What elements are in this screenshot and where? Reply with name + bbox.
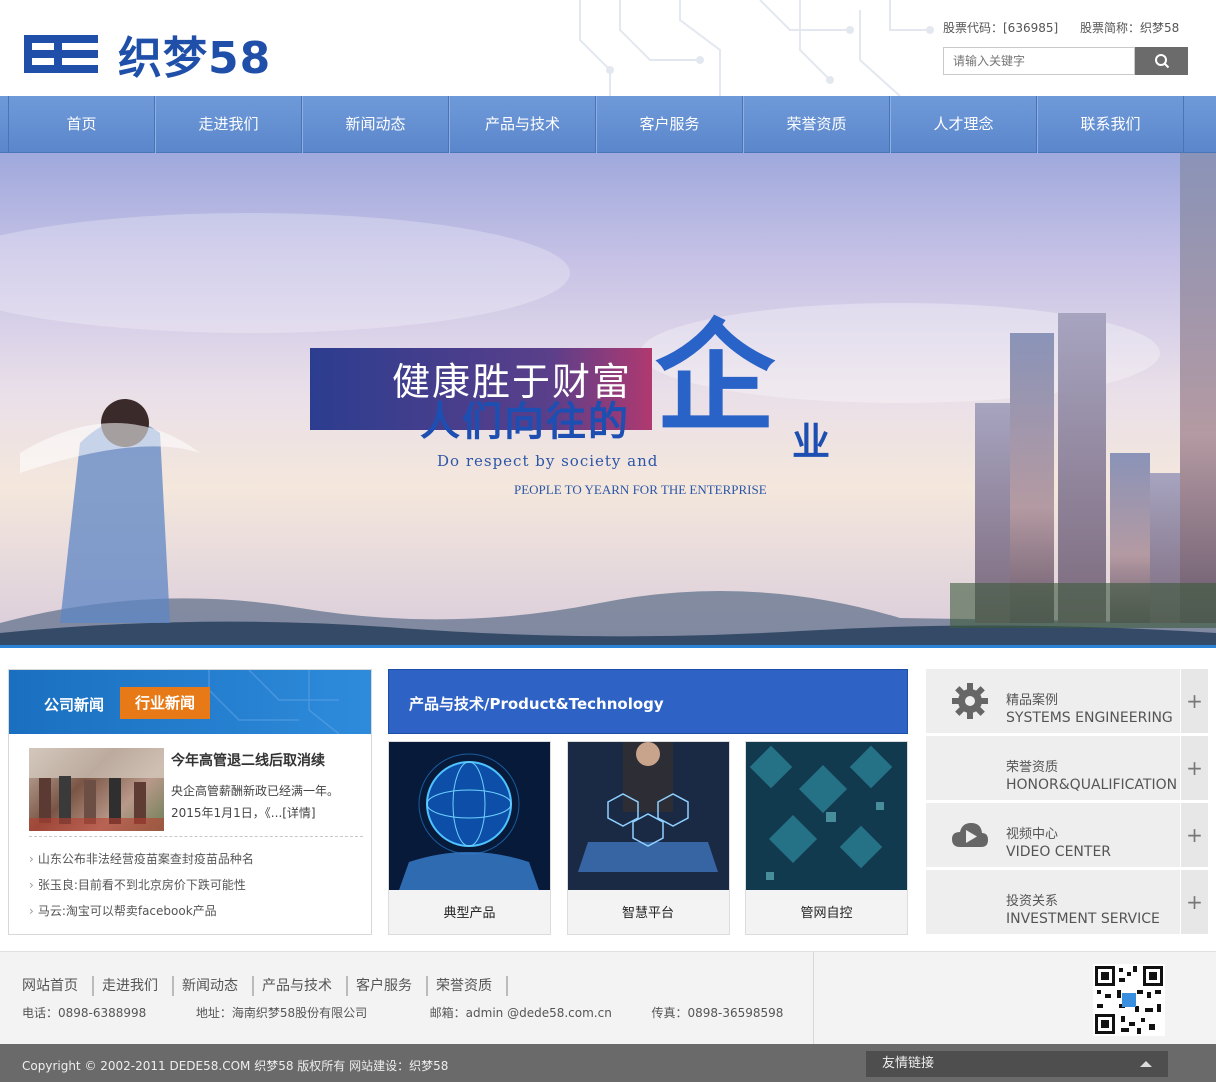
list-item[interactable]: › 张玉良:目前看不到北京房价下跌可能性: [29, 872, 254, 898]
product-label[interactable]: 管网自控: [746, 890, 907, 934]
product-label[interactable]: 典型产品: [389, 890, 550, 934]
product-card[interactable]: 管网自控: [745, 741, 908, 935]
products-heading: 产品与技术/Product&Technology: [388, 669, 908, 734]
chevron-right-icon: ›: [29, 878, 34, 892]
side-item-cn: 荣誉资质: [1006, 760, 1059, 775]
news-list: › 山东公布非法经营疫苗案查封疫苗品种名 › 张玉良:目前看不到北京房价下跌可能性 …: [29, 846, 254, 924]
news-panel: 公司新闻 行业新闻 今年高管退二线后取消续 央企高管薪酬新政已经满一年。2015…: [8, 669, 372, 935]
list-item[interactable]: › 山东公布非法经营疫苗案查封疫苗品种名: [29, 846, 254, 872]
friend-links-label: 友情链接: [882, 1056, 935, 1071]
hero-banner: 健康胜于财富 人们向往的 企 业 Do respect by society a…: [0, 153, 1216, 648]
stock-code: 股票代码：[636985]: [943, 21, 1059, 35]
site-footer: 网站首页 走进我们 新闻动态 产品与技术 客户服务 荣誉资质 电话：0898-6…: [0, 951, 1216, 1045]
side-item-en: SYSTEMS ENGINEERING: [1006, 710, 1173, 726]
banner-line2: 人们向往的: [420, 399, 630, 445]
gear-icon: [950, 683, 990, 719]
main-nav: 首页 走进我们 新闻动态 产品与技术 客户服务 荣誉资质 人才理念 联系我们: [0, 96, 1216, 153]
copyright-text: Copyright © 2002-2011 DEDE58.COM 织梦58 版权…: [22, 1059, 449, 1073]
footer-link-home[interactable]: 网站首页: [14, 976, 94, 996]
stock-name: 股票简称：织梦58: [1080, 21, 1180, 35]
logo-text: 织梦58: [118, 33, 272, 84]
news-thumbnail[interactable]: [29, 748, 164, 831]
search-icon: [1154, 54, 1169, 69]
stock-info: 股票代码：[636985] 股票简称：织梦58: [943, 19, 1197, 36]
product-label[interactable]: 智慧平台: [568, 890, 729, 934]
site-header: 织梦58 股票代码：[636985] 股票简称：织梦58: [0, 0, 1216, 96]
footer-contact: 电话：0898-6388998 地址：海南织梦58股份有限公司 邮箱：admin…: [22, 1004, 783, 1021]
side-item-investment[interactable]: 投资关系 INVESTMENT SERVICE +: [926, 870, 1208, 934]
product-card[interactable]: 智慧平台: [566, 741, 730, 935]
product-card[interactable]: 典型产品: [388, 741, 551, 935]
news-feature-summary: 央企高管薪酬新政已经满一年。2015年1月1日，《...[详情]: [171, 784, 340, 820]
chevron-right-icon: ›: [29, 852, 34, 866]
banner-en-line2: PEOPLE TO YEARN FOR THE ENTERPRISE: [514, 482, 767, 497]
news-tabs: 公司新闻 行业新闻: [9, 670, 371, 734]
plus-icon[interactable]: +: [1180, 870, 1208, 934]
quick-links-panel: 精品案例 SYSTEMS ENGINEERING + 荣誉资质 HONOR&QU…: [926, 669, 1208, 935]
list-item[interactable]: › 马云:淘宝可以帮卖facebook产品: [29, 898, 254, 924]
circuit-decoration: [579, 0, 934, 96]
nav-item-home[interactable]: 首页: [8, 96, 155, 153]
footer-links: 网站首页 走进我们 新闻动态 产品与技术 客户服务 荣誉资质: [14, 976, 508, 996]
products-panel: 产品与技术/Product&Technology 典型产品 智慧平台 管网自控: [388, 669, 908, 935]
footer-link-news[interactable]: 新闻动态: [174, 976, 254, 996]
side-item-honor[interactable]: 荣誉资质 HONOR&QUALIFICATION +: [926, 736, 1208, 800]
site-logo[interactable]: 织梦58: [24, 22, 271, 86]
chevron-up-icon: [1140, 1061, 1152, 1067]
nav-item-products[interactable]: 产品与技术: [449, 96, 596, 153]
footer-link-service[interactable]: 客户服务: [348, 976, 428, 996]
product-image-network[interactable]: [746, 742, 907, 890]
qr-code: [1093, 964, 1165, 1036]
banner-en-line1: Do respect by society and: [437, 452, 659, 470]
footer-link-about[interactable]: 走进我们: [94, 976, 174, 996]
side-item-cn: 精品案例: [1006, 693, 1059, 708]
side-item-en: HONOR&QUALIFICATION: [1006, 777, 1178, 793]
nav-item-about[interactable]: 走进我们: [155, 96, 302, 153]
tab-company-news[interactable]: 公司新闻: [44, 694, 104, 715]
side-item-video[interactable]: 视频中心 VIDEO CENTER +: [926, 803, 1208, 867]
footer-link-honor[interactable]: 荣誉资质: [428, 976, 508, 996]
footer-fax: 传真：0898-36598598: [651, 1006, 784, 1020]
side-item-en: VIDEO CENTER: [1006, 844, 1112, 860]
product-cards: 典型产品 智慧平台 管网自控: [388, 741, 908, 935]
side-item-cn: 视频中心: [1006, 827, 1059, 842]
news-feature-title[interactable]: 今年高管退二线后取消续: [171, 750, 325, 770]
nav-item-service[interactable]: 客户服务: [596, 96, 743, 153]
side-item-en: INVESTMENT SERVICE: [1006, 911, 1160, 927]
search-input[interactable]: [943, 47, 1135, 75]
footer-phone: 电话：0898-6388998: [22, 1006, 147, 1020]
chevron-right-icon: ›: [29, 904, 34, 918]
news-divider: [29, 836, 363, 837]
tab-circuit-decoration: [208, 670, 340, 734]
copyright-bar: Copyright © 2002-2011 DEDE58.COM 织梦58 版权…: [0, 1044, 1216, 1082]
nav-item-honor[interactable]: 荣誉资质: [743, 96, 890, 153]
tab-industry-news[interactable]: 行业新闻: [120, 687, 210, 719]
footer-separator: [813, 952, 814, 1045]
product-image-globe[interactable]: [389, 742, 550, 890]
footer-link-products[interactable]: 产品与技术: [254, 976, 348, 996]
plus-icon[interactable]: +: [1180, 669, 1208, 733]
footer-email: 邮箱：admin @dede58.com.cn: [429, 1006, 612, 1020]
logo-mark-icon: [24, 35, 98, 73]
side-item-cases[interactable]: 精品案例 SYSTEMS ENGINEERING +: [926, 669, 1208, 733]
side-item-cn: 投资关系: [1006, 894, 1059, 909]
cloud-play-icon: [950, 817, 990, 853]
plus-icon[interactable]: +: [1180, 736, 1208, 800]
plus-icon[interactable]: +: [1180, 803, 1208, 867]
search-bar: [943, 47, 1188, 75]
nav-item-news[interactable]: 新闻动态: [302, 96, 449, 153]
friend-links-select[interactable]: 友情链接: [866, 1051, 1168, 1077]
banner-big-char: 企: [655, 307, 775, 448]
nav-item-contact[interactable]: 联系我们: [1037, 96, 1184, 153]
banner-small-char: 业: [792, 419, 831, 464]
nav-item-talent[interactable]: 人才理念: [890, 96, 1037, 153]
product-image-platform[interactable]: [567, 742, 729, 890]
search-button[interactable]: [1135, 47, 1188, 75]
footer-address: 地址：海南织梦58股份有限公司: [195, 1006, 368, 1020]
